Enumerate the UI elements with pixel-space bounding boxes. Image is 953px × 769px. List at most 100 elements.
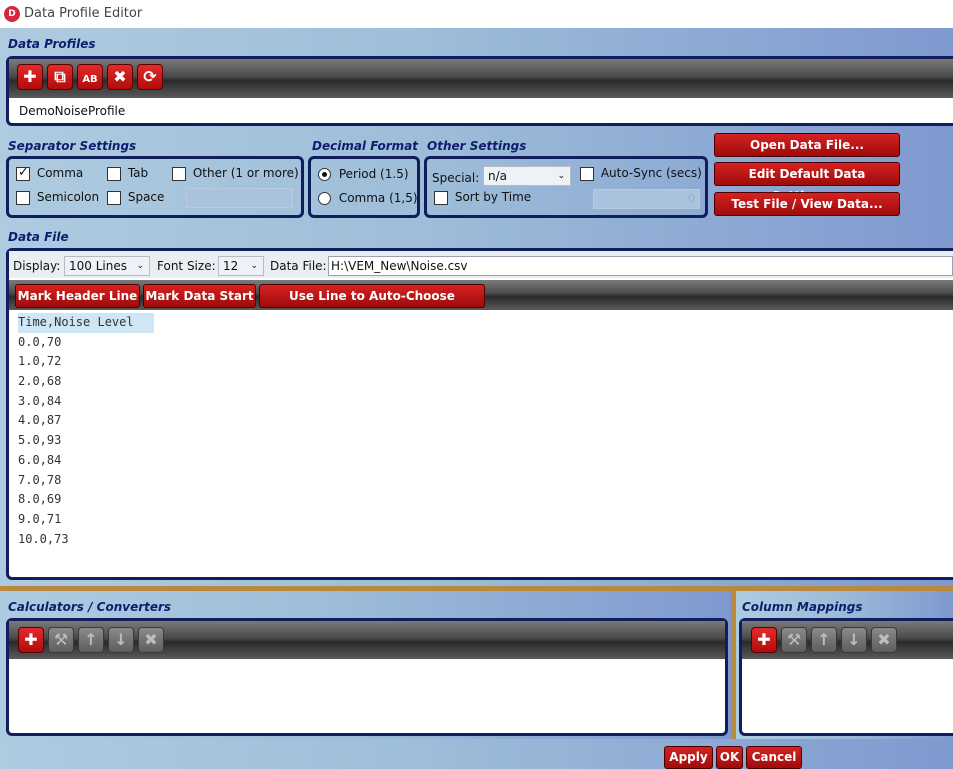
data-line[interactable]: 6.0,84 [18, 451, 948, 471]
tools-icon: ⚒ [786, 630, 802, 649]
semicolon-checkbox[interactable] [16, 190, 30, 205]
add-calculator-button[interactable]: ✚ [18, 627, 44, 653]
add-mapping-button[interactable]: ✚ [751, 627, 777, 653]
comma-label: Comma [36, 166, 84, 180]
other-option[interactable]: Other (1 or more) [172, 166, 299, 181]
other-label: Other (1 or more) [192, 166, 299, 180]
decimal-format-title: Decimal Format [312, 139, 418, 153]
arrow-up-icon: ↑ [817, 630, 831, 649]
space-option[interactable]: Space [107, 190, 164, 205]
special-select[interactable]: n/a ⌄ [483, 166, 571, 186]
data-file-path-input[interactable]: H:\VEM_New\Noise.csv [328, 256, 953, 276]
duplicate-profile-button[interactable]: ⧉ [47, 64, 73, 90]
footer-bar [0, 739, 953, 769]
delete-mapping-button: ✖ [871, 627, 897, 653]
font-size-select[interactable]: 12 ⌄ [218, 256, 264, 276]
apply-button[interactable]: Apply [664, 746, 713, 769]
move-up-calculator-button: ↑ [78, 627, 104, 653]
auto-choose-profile-button[interactable]: Use Line to Auto-Choose Profile... [259, 284, 485, 325]
data-file-preview[interactable]: Time,Noise Level 0.0,70 1.0,72 2.0,68 3.0,84… [18, 313, 948, 549]
delete-calculator-button: ✖ [138, 627, 164, 653]
open-data-file-button[interactable]: Open Data File... [714, 133, 900, 157]
other-settings-title: Other Settings [427, 139, 527, 153]
data-file-label: Data File: [270, 259, 327, 273]
data-line[interactable]: 3.0,84 [18, 392, 948, 412]
title-bar: D Data Profile Editor [0, 0, 953, 28]
delete-icon: ✖ [113, 67, 127, 86]
plus-icon: ✚ [24, 630, 38, 649]
autosync-label: Auto-Sync (secs) [600, 166, 702, 180]
rename-profile-button[interactable]: AB [77, 64, 103, 90]
tab-label: Tab [127, 166, 149, 180]
display-value: 100 Lines [69, 259, 127, 273]
data-line[interactable]: 2.0,68 [18, 372, 948, 392]
period-radio[interactable] [318, 168, 331, 181]
comma-decimal-radio[interactable] [318, 192, 331, 205]
display-label: Display: [13, 259, 61, 273]
add-profile-button[interactable]: ✚ [17, 64, 43, 90]
move-down-calculator-button: ↓ [108, 627, 134, 653]
window-title: Data Profile Editor [24, 6, 143, 21]
other-separator-input[interactable] [186, 188, 293, 208]
arrow-up-icon: ↑ [84, 630, 98, 649]
font-size-value: 12 [223, 259, 239, 273]
sort-option[interactable]: Sort by Time [434, 190, 531, 205]
sort-label: Sort by Time [454, 190, 532, 204]
calculators-toolbar-buttons: ✚ ⚒ ↑ ↓ ✖ [18, 627, 164, 653]
chevron-down-icon: ⌄ [250, 261, 258, 271]
autosync-checkbox[interactable] [580, 166, 594, 181]
space-label: Space [127, 190, 165, 204]
sync-profile-button[interactable]: ⟳ [137, 64, 163, 90]
delete-icon: ✖ [144, 630, 158, 649]
chevron-down-icon: ⌄ [557, 171, 565, 181]
period-option[interactable]: Period (1.5) [318, 167, 409, 181]
data-line[interactable]: 1.0,72 [18, 352, 948, 372]
comma-decimal-option[interactable]: Comma (1,5) [318, 191, 418, 205]
display-select[interactable]: 100 Lines ⌄ [64, 256, 150, 276]
data-file-path-value: H:\VEM_New\Noise.csv [331, 259, 468, 273]
comma-checkbox[interactable] [16, 165, 30, 181]
data-line[interactable]: 4.0,87 [18, 411, 948, 431]
mark-header-line-button[interactable]: Mark Header Line [15, 284, 140, 308]
header-line[interactable]: Time,Noise Level [18, 313, 154, 333]
profile-list-item[interactable]: DemoNoiseProfile [19, 104, 125, 118]
data-line[interactable]: 10.0,73 [18, 530, 948, 550]
delete-profile-button[interactable]: ✖ [107, 64, 133, 90]
plus-icon: ✚ [23, 67, 37, 86]
sort-checkbox[interactable] [434, 190, 448, 205]
autosync-option[interactable]: Auto-Sync (secs) [580, 166, 702, 181]
calculators-title: Calculators / Converters [8, 600, 172, 614]
edit-calculator-button: ⚒ [48, 627, 74, 653]
arrow-down-icon: ↓ [847, 630, 861, 649]
tab-option[interactable]: Tab [107, 166, 148, 181]
chevron-down-icon: ⌄ [136, 261, 144, 271]
edit-default-settings-button[interactable]: Edit Default Data Settings... [714, 162, 900, 203]
app-logo-icon: D [4, 6, 20, 22]
mark-data-start-button[interactable]: Mark Data Start [143, 284, 256, 308]
data-line[interactable]: 5.0,93 [18, 431, 948, 451]
other-checkbox[interactable] [172, 166, 186, 181]
tab-checkbox[interactable] [107, 166, 121, 181]
separator-settings-title: Separator Settings [8, 139, 137, 153]
profiles-toolbar-buttons: ✚ ⧉ AB ✖ ⟳ [17, 64, 163, 94]
data-line[interactable]: 7.0,78 [18, 471, 948, 491]
ok-button[interactable]: OK [716, 746, 743, 769]
decimal-format-box [308, 156, 420, 218]
data-profiles-title: Data Profiles [8, 37, 96, 51]
move-down-mapping-button: ↓ [841, 627, 867, 653]
space-checkbox[interactable] [107, 190, 121, 205]
test-file-button[interactable]: Test File / View Data... [714, 192, 900, 216]
data-line[interactable]: 8.0,69 [18, 490, 948, 510]
copy-icon: ⧉ [54, 67, 66, 86]
semicolon-option[interactable]: Semicolon [16, 190, 99, 205]
comma-decimal-label: Comma (1,5) [338, 191, 418, 205]
data-line[interactable]: 0.0,70 [18, 333, 948, 353]
delete-icon: ✖ [877, 630, 891, 649]
plus-icon: ✚ [757, 630, 771, 649]
data-line[interactable]: 9.0,71 [18, 510, 948, 530]
tools-icon: ⚒ [53, 630, 69, 649]
autosync-seconds-input[interactable]: 0 [593, 189, 700, 209]
cancel-button[interactable]: Cancel [746, 746, 802, 769]
mappings-toolbar-buttons: ✚ ⚒ ↑ ↓ ✖ [751, 627, 897, 653]
comma-option[interactable]: Comma [16, 165, 84, 181]
